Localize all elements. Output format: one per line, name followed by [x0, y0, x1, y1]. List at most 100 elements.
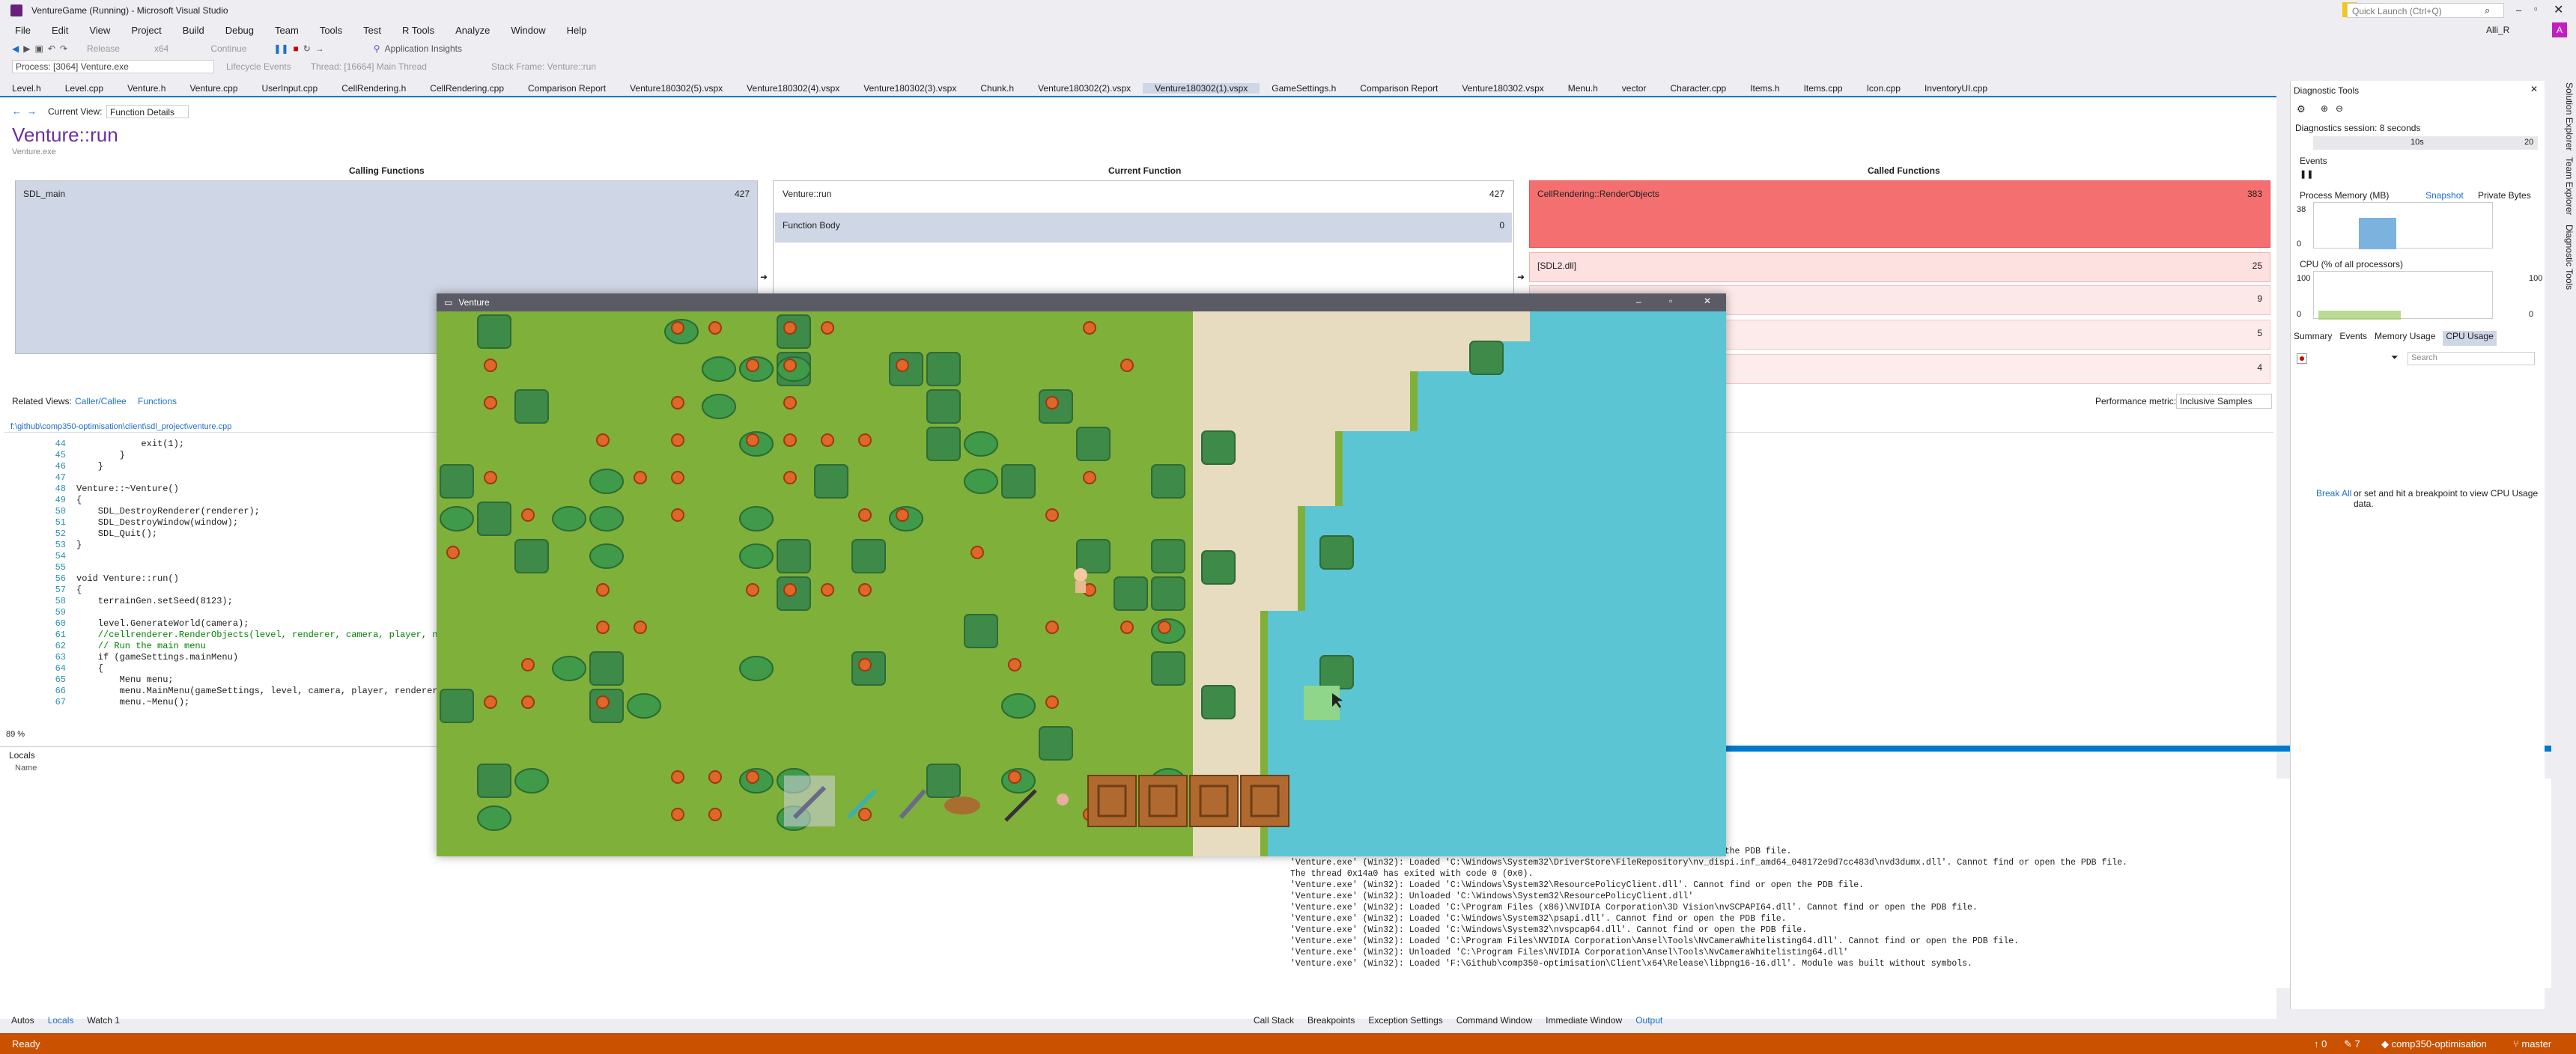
tab-document[interactable]: Venture180302(3).vspx — [851, 83, 968, 94]
function-body-row[interactable]: Function Body 0 — [775, 213, 1512, 243]
code-line[interactable]: 44 exit(1); — [4, 439, 184, 450]
code-line[interactable]: 53} — [4, 540, 82, 551]
called-row[interactable]: CellRendering::RenderObjects 383 — [1529, 180, 2270, 248]
diag-close-icon[interactable]: ✕ — [2530, 84, 2538, 94]
tab-document[interactable]: Venture180302(4).vspx — [735, 83, 851, 94]
code-line[interactable]: 63 if (gameSettings.mainMenu) — [4, 652, 238, 663]
tab-document[interactable]: Items.cpp — [1792, 83, 1855, 94]
game-minimize-button[interactable]: – — [1636, 296, 1641, 307]
menu-tools[interactable]: Tools — [309, 25, 353, 36]
pause-icon[interactable]: ❚❚ — [273, 43, 288, 54]
tab-locals[interactable]: Locals — [41, 1015, 81, 1026]
break-all-link[interactable]: Break All — [2316, 488, 2351, 499]
user-name[interactable]: Alli_R — [2486, 25, 2509, 35]
maximize-button[interactable]: ▫ — [2534, 3, 2538, 14]
back-icon[interactable]: ◀ — [12, 43, 19, 54]
tab-document[interactable]: Level.cpp — [53, 83, 115, 94]
config-select[interactable]: Release — [72, 43, 150, 54]
nav-back-icon[interactable]: ← — [12, 106, 22, 117]
step-icon[interactable]: → — [315, 43, 369, 54]
status-branch[interactable]: ⑂ master — [2513, 1038, 2551, 1050]
tab-document[interactable]: GameSettings.h — [1260, 83, 1348, 94]
game-map[interactable] — [437, 311, 1726, 856]
save-all-icon[interactable]: ▣ — [34, 43, 43, 54]
restart-icon[interactable]: ↻ — [303, 43, 311, 54]
code-line[interactable]: 66 menu.MainMenu(gameSettings, level, ca… — [4, 686, 449, 697]
menu-test[interactable]: Test — [353, 25, 392, 36]
timeline[interactable]: 10s 20 — [2313, 136, 2538, 150]
tab-document[interactable]: UserInput.cpp — [250, 83, 330, 94]
code-line[interactable]: 49 { — [4, 495, 82, 506]
tab-document[interactable]: Venture180302(2).vspx — [1026, 83, 1143, 94]
tab-document[interactable]: Level.h — [0, 83, 53, 94]
functions-link[interactable]: Functions — [138, 396, 177, 406]
redo-icon[interactable]: ↷ — [60, 43, 67, 54]
code-line[interactable]: 59 — [4, 607, 76, 618]
code-line[interactable]: 52 SDL_Quit(); — [4, 528, 157, 540]
status-changes[interactable]: ✎ 7 — [2344, 1038, 2360, 1050]
tab-document[interactable]: Venture180302(1).vspx — [1143, 83, 1260, 94]
platform-select[interactable]: x64 — [154, 43, 206, 54]
code-line[interactable]: 57 { — [4, 585, 82, 596]
menu-project[interactable]: Project — [121, 25, 171, 36]
tab-document[interactable]: Chunk.h — [968, 83, 1026, 94]
filter-icon[interactable]: ⏷ — [2391, 352, 2399, 363]
tab-document[interactable]: Icon.cpp — [1855, 83, 1913, 94]
tab-immediate[interactable]: Immediate Window — [1539, 1015, 1629, 1026]
menu-team[interactable]: Team — [264, 25, 309, 36]
game-viewport[interactable] — [437, 311, 1726, 856]
forward-icon[interactable]: ▶ — [23, 43, 30, 54]
code-line[interactable]: 51 SDL_DestroyWindow(window); — [4, 517, 238, 528]
menu-help[interactable]: Help — [556, 25, 598, 36]
menu-build[interactable]: Build — [172, 25, 215, 36]
called-row[interactable]: [SDL2.dll] 25 — [1529, 252, 2270, 282]
perf-metric-select[interactable]: Inclusive Samples — [2176, 394, 2272, 409]
tab-call-stack[interactable]: Call Stack — [1247, 1015, 1301, 1026]
zoom-out-icon[interactable]: ⊖ — [2336, 103, 2343, 114]
tab-document[interactable]: Venture.cpp — [177, 83, 249, 94]
tab-memory[interactable]: Memory Usage — [2375, 331, 2435, 346]
process-select[interactable]: Process: [3064] Venture.exe — [12, 60, 214, 73]
code-line[interactable]: 50 SDL_DestroyRenderer(renderer); — [4, 506, 260, 517]
close-button[interactable]: ✕ — [2554, 2, 2563, 17]
tab-breakpoints[interactable]: Breakpoints — [1301, 1015, 1361, 1026]
app-insights-button[interactable]: Application Insights — [385, 43, 462, 54]
tab-watch[interactable]: Watch 1 — [80, 1015, 127, 1026]
tab-document[interactable]: Venture180302(5).vspx — [618, 83, 735, 94]
tab-exception[interactable]: Exception Settings — [1361, 1015, 1449, 1026]
nav-forward-icon[interactable]: → — [27, 106, 37, 117]
tab-cpu[interactable]: CPU Usage — [2443, 331, 2497, 346]
code-line[interactable]: 58 terrainGen.setSeed(8123); — [4, 596, 233, 607]
code-line[interactable]: 61 //cellrenderer.RenderObjects(level, r… — [4, 630, 460, 641]
code-line[interactable]: 46 } — [4, 461, 103, 472]
stop-icon[interactable]: ■ — [293, 43, 298, 54]
quick-launch-input[interactable]: Quick Launch (Ctrl+Q) — [2347, 3, 2504, 18]
pause-icon[interactable]: ❚❚ — [2300, 169, 2313, 179]
tab-autos[interactable]: Autos — [4, 1015, 41, 1026]
diag-search-input[interactable]: Search — [2408, 352, 2535, 365]
tab-document[interactable]: Comparison Report — [1348, 83, 1450, 94]
game-close-button[interactable]: ✕ — [1704, 296, 1711, 306]
menu-window[interactable]: Window — [500, 25, 556, 36]
lifecycle-events[interactable]: Lifecycle Events — [219, 61, 291, 72]
code-line[interactable]: 47 — [4, 472, 76, 484]
game-maximize-button[interactable]: ▫ — [1669, 296, 1672, 306]
snapshot-label[interactable]: Snapshot — [2425, 190, 2464, 201]
status-errors[interactable]: ↑ 0 — [2314, 1038, 2327, 1050]
current-view-select[interactable]: Function Details — [106, 105, 189, 118]
search-icon[interactable]: ⌕ — [2485, 4, 2490, 16]
tab-document[interactable]: CellRendering.cpp — [418, 83, 516, 94]
side-tab-team[interactable]: Team Explorer — [2545, 157, 2575, 215]
code-line[interactable]: 45 } — [4, 450, 125, 461]
venture-game-window[interactable]: ▭ Venture – ▫ ✕ — [437, 293, 1726, 856]
locals-name-column[interactable]: Name — [15, 764, 37, 773]
menu-analyze[interactable]: Analyze — [445, 25, 500, 36]
continue-button[interactable]: Continue — [210, 43, 269, 54]
tab-command[interactable]: Command Window — [1450, 1015, 1539, 1026]
code-line[interactable]: 67 menu.~Menu(); — [4, 697, 190, 708]
stack-frame-select[interactable]: Stack Frame: Venture::run — [431, 61, 596, 72]
tab-document[interactable]: Character.cpp — [1658, 83, 1738, 94]
tab-document[interactable]: Items.h — [1738, 83, 1791, 94]
events-label[interactable]: Events — [2300, 156, 2327, 166]
menu-view[interactable]: View — [79, 25, 121, 36]
